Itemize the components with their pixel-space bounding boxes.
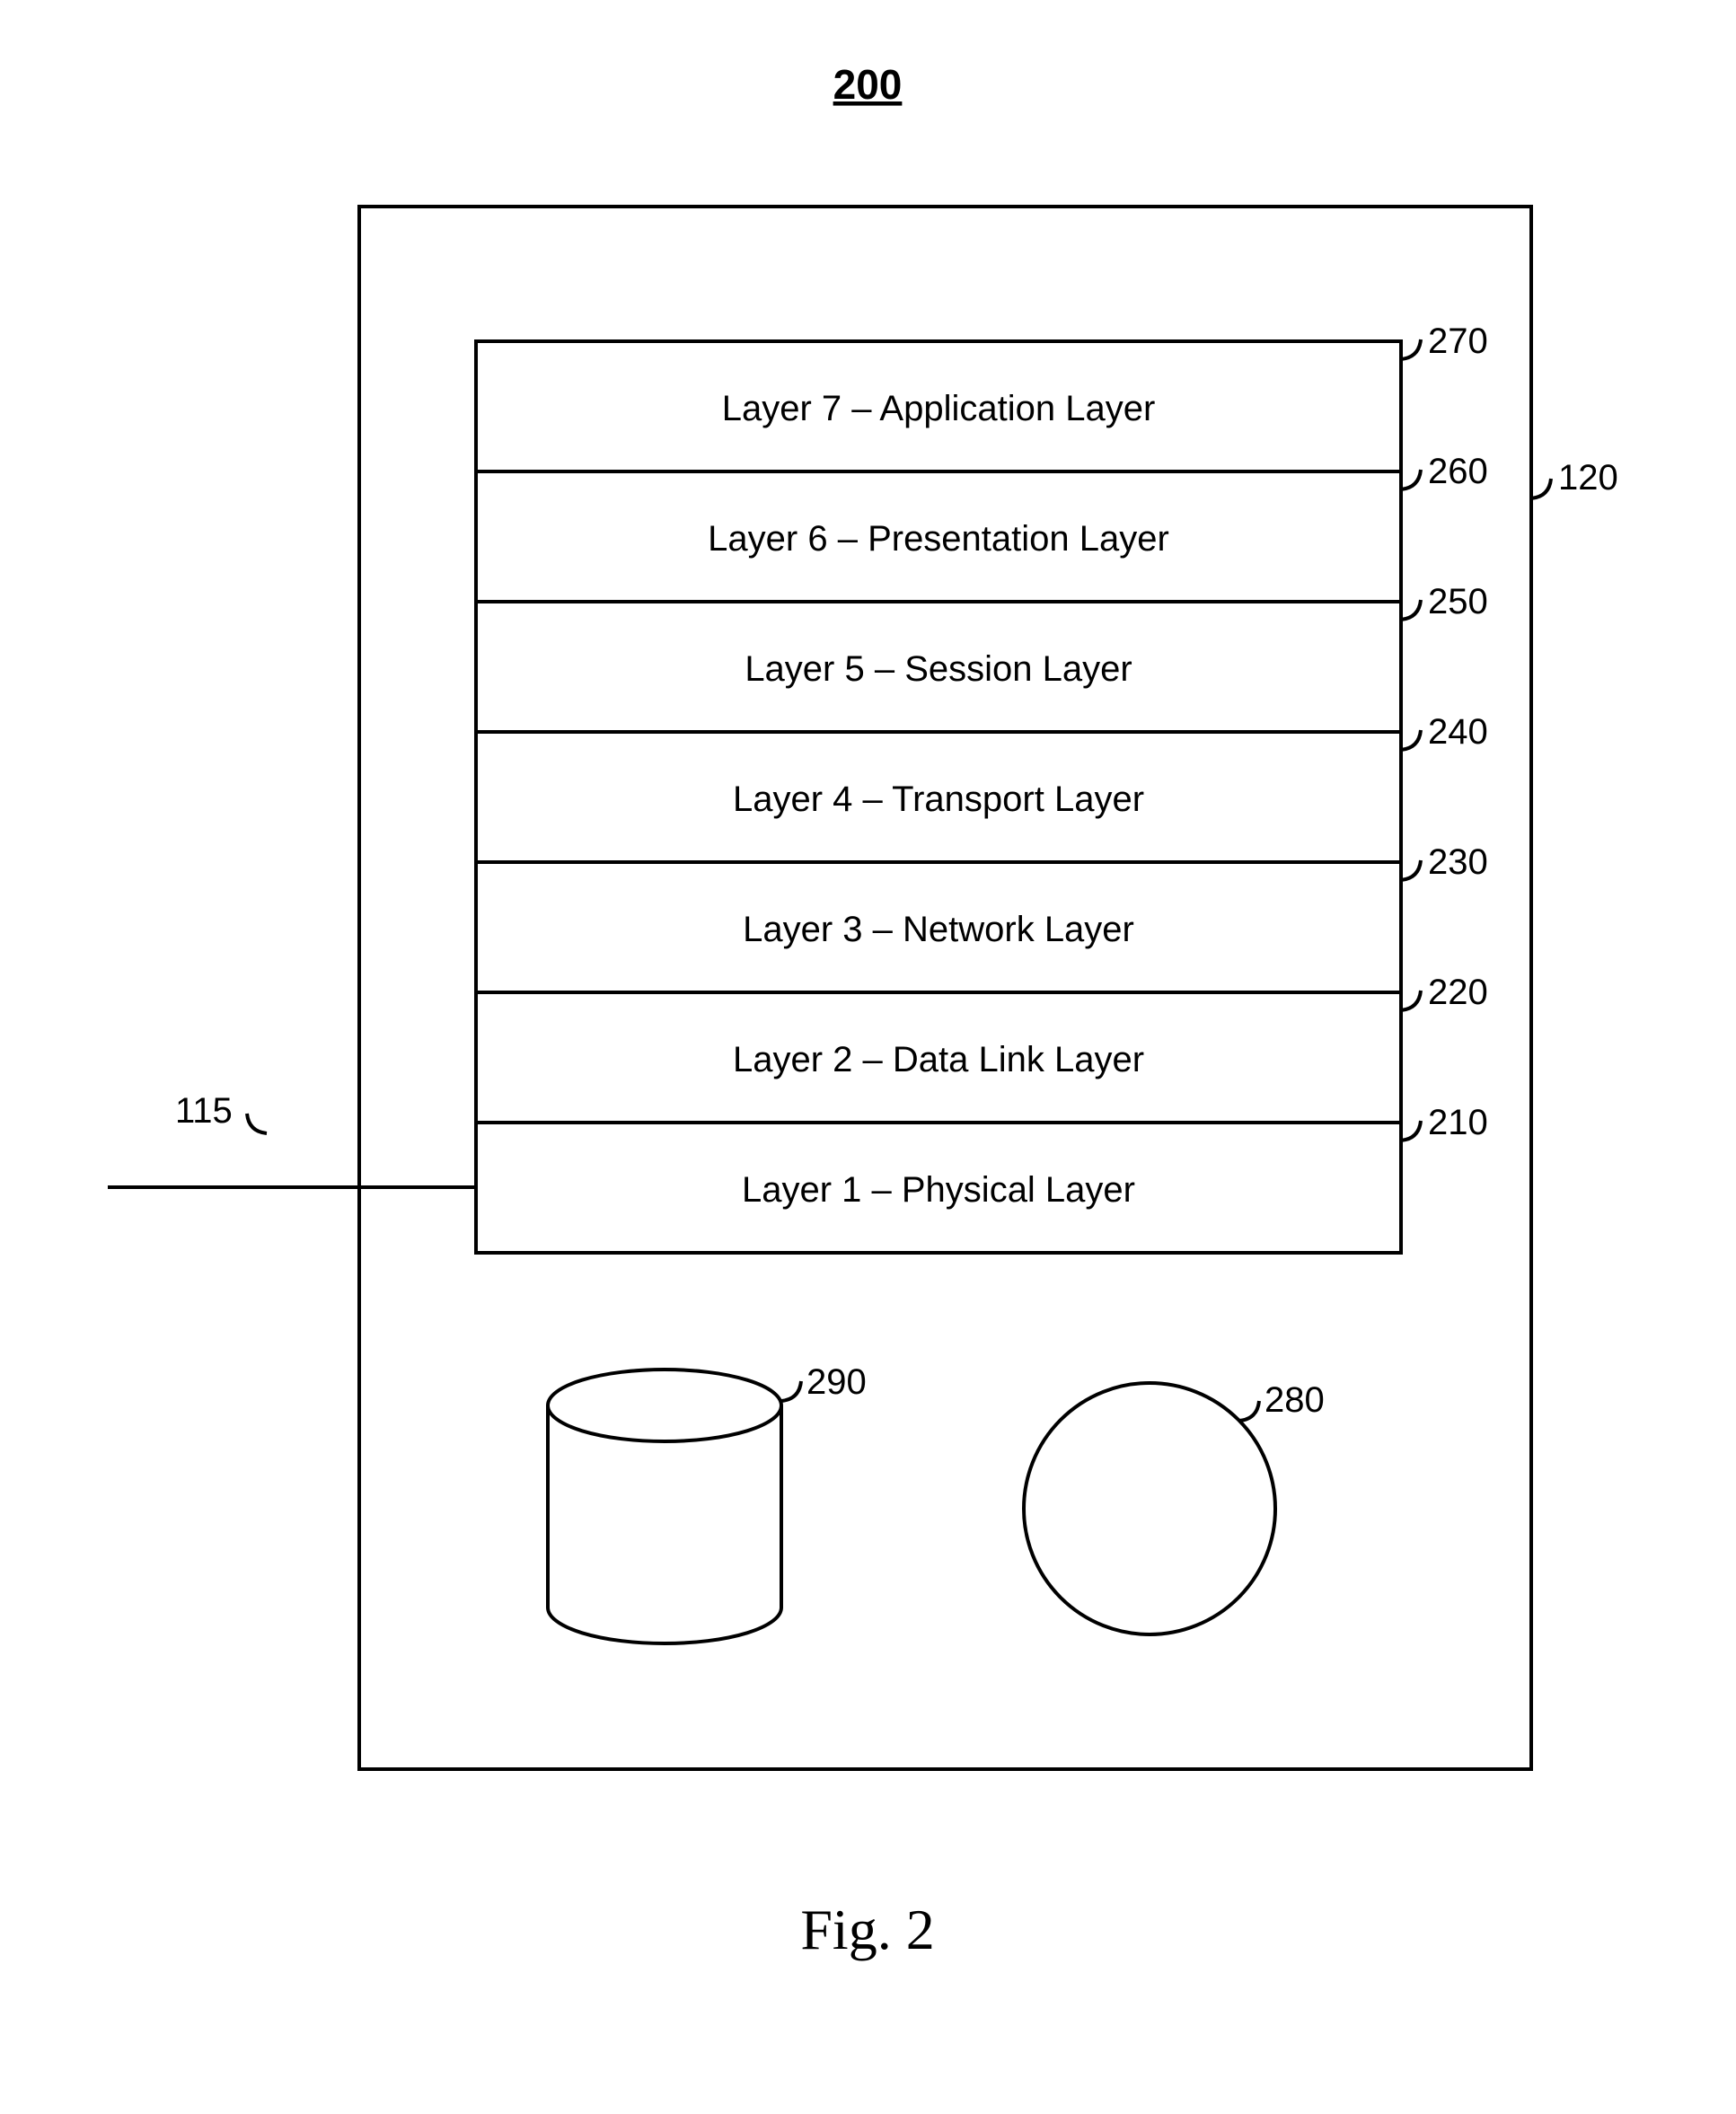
ref-hook bbox=[1401, 860, 1421, 880]
ref-280: 280 bbox=[1265, 1380, 1325, 1420]
ref-hook-280 bbox=[1239, 1401, 1259, 1421]
title-ref: 200 bbox=[833, 61, 903, 108]
layer-label: Layer 6 – Presentation Layer bbox=[708, 519, 1169, 559]
layer-ref: 230 bbox=[1428, 842, 1488, 882]
layer-ref: 220 bbox=[1428, 973, 1488, 1012]
ref-hook-120 bbox=[1531, 479, 1551, 498]
layer-ref: 260 bbox=[1428, 452, 1488, 491]
ref-hook bbox=[1401, 339, 1421, 359]
layer-label: Layer 2 – Data Link Layer bbox=[733, 1040, 1144, 1079]
layer-label: Layer 5 – Session Layer bbox=[745, 649, 1132, 689]
ref-120: 120 bbox=[1558, 458, 1618, 498]
layer-stack: Layer 7 – Application Layer 270 Layer 6 … bbox=[476, 322, 1488, 1253]
circle-icon bbox=[1024, 1383, 1275, 1634]
layer-ref: 250 bbox=[1428, 582, 1488, 621]
ref-hook bbox=[1401, 600, 1421, 620]
layer-label: Layer 1 – Physical Layer bbox=[742, 1170, 1135, 1210]
ref-hook-115 bbox=[247, 1114, 267, 1133]
layer-label: Layer 3 – Network Layer bbox=[743, 910, 1134, 949]
layer-label: Layer 7 – Application Layer bbox=[722, 389, 1156, 428]
ref-hook bbox=[1401, 991, 1421, 1010]
ref-hook bbox=[1401, 1121, 1421, 1141]
layer-label: Layer 4 – Transport Layer bbox=[733, 780, 1144, 819]
diagram-canvas: 200 120 Layer 7 – Application Layer 270 … bbox=[0, 0, 1736, 2114]
figure-caption: Fig. 2 bbox=[800, 1898, 934, 1961]
ref-hook bbox=[1401, 470, 1421, 489]
ref-115: 115 bbox=[175, 1091, 233, 1131]
ref-hook-290 bbox=[781, 1381, 801, 1401]
cylinder-icon bbox=[548, 1370, 781, 1643]
ref-hook bbox=[1401, 730, 1421, 750]
layer-ref: 210 bbox=[1428, 1103, 1488, 1142]
layer-ref: 240 bbox=[1428, 712, 1488, 752]
device-box bbox=[359, 207, 1531, 1769]
ref-290: 290 bbox=[806, 1362, 867, 1402]
layer-ref: 270 bbox=[1428, 322, 1488, 361]
